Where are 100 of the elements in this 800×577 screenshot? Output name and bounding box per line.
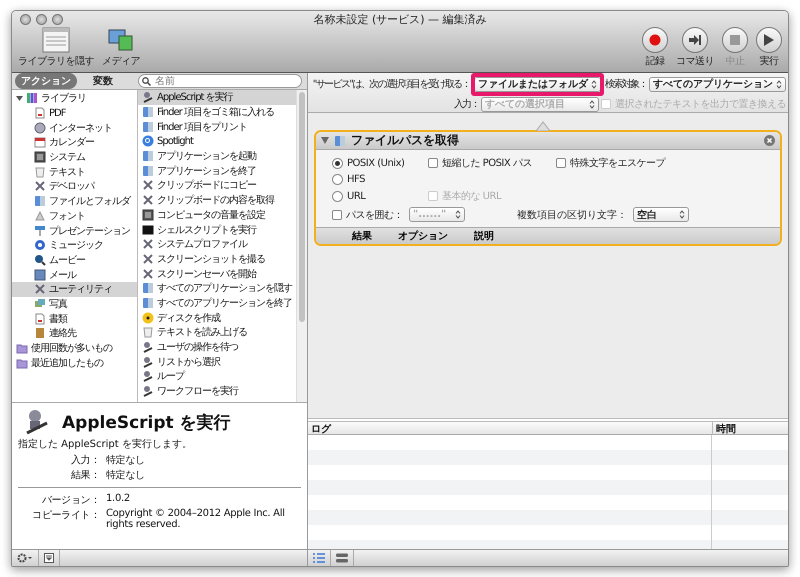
stepper-arrows-icon bbox=[455, 210, 461, 219]
document-icon bbox=[34, 312, 46, 325]
short-posix-checkbox[interactable]: 短縮した POSIX パス bbox=[428, 156, 556, 170]
format-radio[interactable]: HFS bbox=[332, 174, 428, 185]
category-item[interactable]: ムービー bbox=[12, 252, 137, 268]
format-radio[interactable]: POSIX (Unix) bbox=[332, 158, 428, 168]
books-icon bbox=[26, 92, 38, 104]
minimize-icon[interactable] bbox=[36, 14, 47, 24]
monitor-icon bbox=[142, 208, 154, 221]
category-item[interactable]: フォント bbox=[12, 208, 137, 224]
category-item[interactable]: ミュージック bbox=[12, 238, 137, 253]
receives-popup[interactable]: ファイルまたはフォルダ bbox=[474, 76, 601, 92]
card-tab[interactable]: 結果 bbox=[352, 229, 372, 243]
calendar-icon bbox=[34, 136, 46, 148]
media-icon bbox=[107, 27, 135, 53]
separator-popup[interactable]: 空白 bbox=[633, 207, 689, 222]
action-card-title: ファイルパスを取得 bbox=[351, 132, 460, 149]
search-field[interactable]: 名前 bbox=[138, 74, 302, 88]
category-item[interactable]: システム bbox=[12, 150, 137, 164]
action-item[interactable]: ワークフローを実行 bbox=[138, 384, 296, 398]
category-item[interactable]: カレンダー bbox=[12, 135, 137, 150]
action-item[interactable]: Finder 項目をプリント bbox=[138, 119, 296, 134]
action-item[interactable]: Spotlight bbox=[138, 134, 296, 149]
field-value: 特定なし bbox=[106, 468, 146, 482]
card-tab[interactable]: 説明 bbox=[474, 229, 494, 243]
library-tab[interactable]: アクション bbox=[15, 73, 77, 89]
action-item[interactable]: クリップボードにコピー bbox=[138, 178, 296, 193]
action-item[interactable]: リストから選択 bbox=[138, 354, 296, 370]
category-item[interactable]: 連絡先 bbox=[12, 326, 137, 341]
tools-icon bbox=[142, 194, 154, 206]
photos-icon bbox=[34, 298, 46, 310]
escape-checkbox[interactable]: 特殊文字をエスケープ bbox=[556, 156, 764, 170]
stepper-arrows-icon bbox=[589, 100, 595, 108]
category-item[interactable]: テキスト bbox=[12, 164, 137, 180]
close-icon[interactable] bbox=[20, 14, 31, 24]
stepper-arrows-icon bbox=[590, 80, 597, 88]
category-item[interactable]: 写真 bbox=[12, 296, 137, 312]
category-item[interactable]: デベロッパ bbox=[12, 179, 137, 194]
category-item[interactable]: 使用回数が多いもの bbox=[12, 340, 137, 356]
category-item[interactable]: ファイルとフォルダ bbox=[12, 194, 137, 208]
card-tab[interactable]: オプション bbox=[398, 229, 448, 243]
action-item[interactable]: システムプロファイル bbox=[138, 236, 296, 252]
input-label: 入力： bbox=[454, 98, 479, 111]
category-item[interactable]: メール bbox=[12, 267, 137, 282]
target-popup[interactable]: すべてのアプリケーション bbox=[649, 76, 786, 92]
close-icon[interactable] bbox=[764, 135, 775, 146]
field-label: バージョン： bbox=[40, 494, 100, 507]
action-title: AppleScript を実行 bbox=[62, 412, 231, 434]
library-tab[interactable]: 変数 bbox=[87, 73, 119, 89]
category-item[interactable]: ユーティリティ bbox=[12, 282, 137, 297]
stepper-arrows-icon bbox=[679, 210, 685, 219]
action-item[interactable]: Finder 項目をゴミ箱に入れる bbox=[138, 104, 296, 120]
action-item[interactable]: AppleScript を実行 bbox=[138, 90, 296, 105]
action-item[interactable]: ユーザの操作を待つ bbox=[138, 340, 296, 354]
format-radio[interactable]: URL bbox=[332, 190, 428, 202]
action-item[interactable]: クリップボードの内容を取得 bbox=[138, 192, 296, 208]
toolbar-button[interactable]: ライブラリを隠す bbox=[18, 27, 94, 68]
rows-icon bbox=[336, 553, 348, 563]
column-header[interactable]: ログ bbox=[308, 422, 712, 436]
step-icon bbox=[689, 35, 701, 45]
toolbar-button[interactable]: メディア bbox=[102, 27, 140, 68]
play-icon bbox=[764, 34, 774, 46]
gear-icon bbox=[17, 553, 33, 563]
field-value: 特定なし bbox=[106, 454, 146, 467]
category-item[interactable]: ライブラリ bbox=[12, 91, 137, 106]
magnifier-icon bbox=[34, 254, 46, 266]
toolbar-button[interactable]: コマ送り bbox=[676, 27, 714, 68]
action-item[interactable]: シェルスクリプトを実行 bbox=[138, 222, 296, 237]
action-item[interactable]: アプリケーションを終了 bbox=[138, 163, 296, 178]
action-item[interactable]: すべてのアプリケーションを隠す bbox=[138, 280, 296, 296]
category-item[interactable]: 最近追加したもの bbox=[12, 355, 137, 370]
separator-label: 複数項目の区切り文字： bbox=[517, 208, 627, 222]
action-item[interactable]: ディスクを作成 bbox=[138, 310, 296, 325]
zoom-icon[interactable] bbox=[52, 14, 63, 24]
field-value: Copyright © 2004–2012 Apple Inc. All rights reserved. bbox=[106, 508, 286, 530]
field-label: 入力： bbox=[70, 454, 100, 467]
monitor-icon bbox=[34, 151, 46, 164]
folder-icon bbox=[16, 356, 28, 369]
expanded-triangle-icon[interactable] bbox=[16, 94, 23, 102]
category-item[interactable]: PDF bbox=[12, 106, 137, 120]
terminal-icon bbox=[142, 224, 154, 236]
field-value: 1.0.2 bbox=[106, 493, 131, 506]
action-item[interactable]: すべてのアプリケーションを終了 bbox=[138, 296, 296, 310]
category-item[interactable]: プレゼンテーション bbox=[12, 223, 137, 238]
action-item[interactable]: スクリーンセーバを開始 bbox=[138, 266, 296, 281]
tools-icon bbox=[142, 179, 154, 192]
action-item[interactable]: コンピュータの音量を設定 bbox=[138, 208, 296, 222]
quote-checkbox[interactable]: パスを囲む： bbox=[332, 208, 403, 222]
target-label: 検索対象： bbox=[604, 78, 647, 91]
action-item[interactable]: スクリーンショットを撮る bbox=[138, 252, 296, 266]
receives-label: "サービス"は、次の選択項目を受け取る： bbox=[312, 78, 470, 91]
scrollbar-thumb[interactable] bbox=[299, 92, 305, 322]
expanded-triangle-icon[interactable] bbox=[321, 137, 329, 144]
action-item[interactable]: アプリケーションを起動 bbox=[138, 148, 296, 164]
action-item[interactable]: テキストを読み上げる bbox=[138, 325, 296, 340]
category-item[interactable]: インターネット bbox=[12, 120, 137, 136]
action-item[interactable]: ループ bbox=[138, 369, 296, 384]
category-item[interactable]: 書類 bbox=[12, 311, 137, 326]
tools-icon bbox=[34, 283, 46, 296]
list-icon bbox=[313, 553, 325, 563]
